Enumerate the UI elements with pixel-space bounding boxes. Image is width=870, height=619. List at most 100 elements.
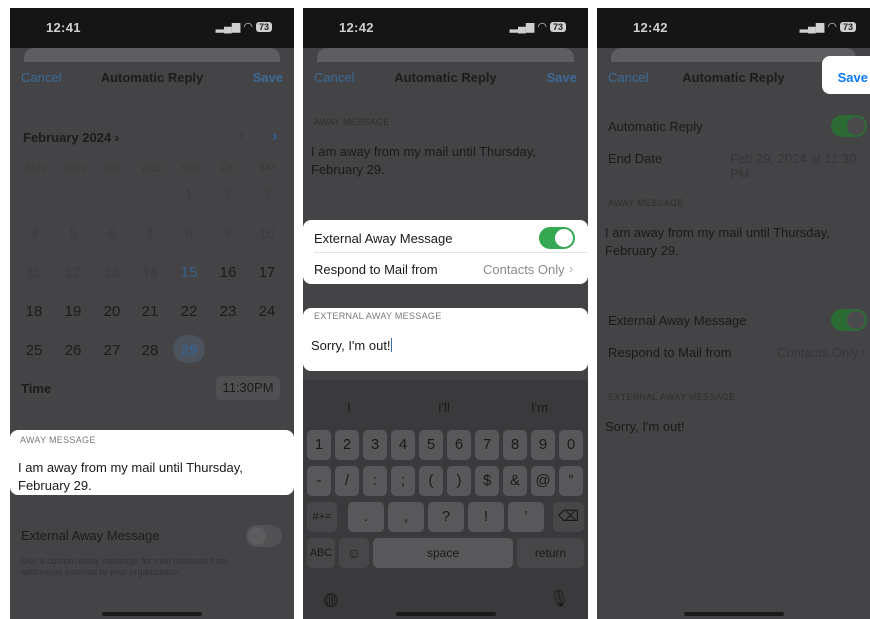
key[interactable]: ; [391, 466, 415, 496]
key[interactable]: 7 [475, 430, 499, 460]
calendar-day[interactable]: 26 [60, 342, 86, 359]
save-button[interactable]: Save [253, 70, 283, 85]
wifi-icon: ◠ [827, 21, 837, 33]
key[interactable]: 8 [503, 430, 527, 460]
away-message-header: AWAY MESSAGE [608, 198, 684, 208]
globe-icon[interactable]: ◍ [323, 589, 339, 610]
key[interactable]: 3 [363, 430, 387, 460]
suggestion[interactable]: I [347, 400, 351, 415]
weekday-label: MON [64, 163, 85, 173]
calendar-day-today[interactable]: 15 [176, 264, 202, 281]
external-away-label: External Away Message [314, 231, 453, 246]
text-cursor [390, 338, 392, 352]
key[interactable]: - [307, 466, 331, 496]
status-icons: ▂▄▆ ◠ 73 [510, 20, 566, 33]
calendar-day[interactable]: 21 [137, 303, 163, 320]
status-bar: 12:42 ▂▄▆ ◠ 73 [303, 8, 588, 48]
battery-icon: 73 [255, 22, 272, 32]
external-message-card: EXTERNAL AWAY MESSAGE Sorry, I'm out! [303, 308, 588, 371]
calendar-day: 14 [142, 264, 158, 280]
abc-key[interactable]: ABC [307, 538, 335, 568]
return-key[interactable]: return [517, 538, 584, 568]
key[interactable]: : [363, 466, 387, 496]
suggestion[interactable]: I'm [531, 400, 548, 415]
external-message-text: Sorry, I'm out! [311, 338, 391, 353]
end-date-value[interactable]: Feb 29, 2024 at 11:30 PM [730, 151, 870, 181]
respond-to-value[interactable]: Contacts Only [483, 262, 565, 277]
status-bar: 12:42 ▂▄▆ ◠ 73 [597, 8, 870, 48]
calendar-day[interactable]: 23 [215, 303, 241, 320]
next-month-icon[interactable]: › [272, 126, 278, 146]
battery-icon: 73 [549, 22, 566, 32]
external-away-toggle[interactable] [831, 309, 867, 331]
key[interactable]: / [335, 466, 359, 496]
calendar-day[interactable]: 19 [60, 303, 86, 320]
key[interactable]: $ [475, 466, 499, 496]
away-message-text[interactable]: I am away from my mail until Thursday, F… [18, 459, 278, 495]
microphone-icon[interactable]: 🎙 [549, 589, 569, 609]
respond-to-value[interactable]: Contacts Only [777, 345, 859, 360]
calendar-day: 2 [224, 186, 232, 202]
nav-bar: Cancel Automatic Reply Save [303, 62, 588, 92]
calendar-day: 10 [259, 225, 275, 241]
prev-month-icon[interactable]: ‹ [238, 126, 244, 146]
key[interactable]: 1 [307, 430, 331, 460]
calendar-day[interactable]: 18 [21, 303, 47, 320]
key[interactable]: ! [468, 502, 504, 532]
chevron-right-icon: › [861, 344, 866, 359]
external-away-toggle[interactable] [539, 227, 575, 249]
signal-icon: ▂▄▆ [509, 21, 535, 33]
calendar-day-selected[interactable]: 29 [176, 342, 202, 359]
key[interactable]: ( [419, 466, 443, 496]
backspace-icon[interactable]: ⌫ [553, 502, 584, 532]
key[interactable]: 0 [559, 430, 583, 460]
automatic-reply-toggle[interactable] [831, 115, 867, 137]
calendar-day[interactable]: 28 [137, 342, 163, 359]
key[interactable]: 4 [391, 430, 415, 460]
status-time: 12:41 [46, 20, 81, 35]
suggestion[interactable]: I'll [438, 400, 450, 415]
calendar-day[interactable]: 20 [99, 303, 125, 320]
key[interactable]: 5 [419, 430, 443, 460]
key[interactable]: ’ [508, 502, 544, 532]
key[interactable]: ) [447, 466, 471, 496]
key[interactable]: & [503, 466, 527, 496]
calendar-day[interactable]: 25 [21, 342, 47, 359]
external-settings-card: External Away Message Respond to Mail fr… [303, 220, 588, 284]
calendar-day[interactable]: 27 [99, 342, 125, 359]
signal-icon: ▂▄▆ [215, 21, 241, 33]
external-message-input[interactable]: Sorry, I'm out! [311, 338, 392, 353]
save-button[interactable]: Save [547, 70, 577, 85]
space-key[interactable]: space [373, 538, 513, 568]
month-selector[interactable]: February 2024 › [23, 130, 119, 145]
calendar-day[interactable]: 24 [254, 303, 280, 320]
key[interactable]: . [348, 502, 384, 532]
key[interactable]: ? [428, 502, 464, 532]
save-button[interactable]: Save [838, 70, 868, 85]
calendar-day[interactable]: 16 [215, 264, 241, 281]
away-message-text[interactable]: I am away from my mail until Thursday, F… [311, 143, 561, 179]
key[interactable]: @ [531, 466, 555, 496]
emoji-icon[interactable]: ☺ [339, 538, 369, 568]
key[interactable]: , [388, 502, 424, 532]
screenshot-panel-keyboard: 12:42 ▂▄▆ ◠ 73 Cancel Automatic Reply Sav… [303, 8, 588, 619]
calendar-day[interactable]: 17 [254, 264, 280, 281]
respond-to-label: Respond to Mail from [314, 262, 438, 277]
key[interactable]: 9 [531, 430, 555, 460]
time-picker-value[interactable]: 11:30PM [216, 376, 280, 400]
external-message-text[interactable]: Sorry, I'm out! [605, 419, 685, 434]
status-icons: ▂▄▆ ◠ 73 [216, 20, 272, 33]
symbols-toggle-key[interactable]: #+= [307, 502, 337, 532]
page-title: Automatic Reply [100, 70, 204, 85]
end-date-label: End Date [608, 151, 663, 166]
weekday-label: FRI [221, 163, 236, 173]
key[interactable]: 6 [447, 430, 471, 460]
away-message-text[interactable]: I am away from my mail until Thursday, F… [605, 224, 845, 260]
external-message-header: EXTERNAL AWAY MESSAGE [608, 392, 736, 402]
external-away-toggle[interactable] [246, 525, 282, 547]
key[interactable]: ” [559, 466, 583, 496]
signal-icon: ▂▄▆ [799, 21, 825, 33]
calendar-day[interactable]: 22 [176, 303, 202, 320]
battery-icon: 73 [839, 22, 856, 32]
key[interactable]: 2 [335, 430, 359, 460]
